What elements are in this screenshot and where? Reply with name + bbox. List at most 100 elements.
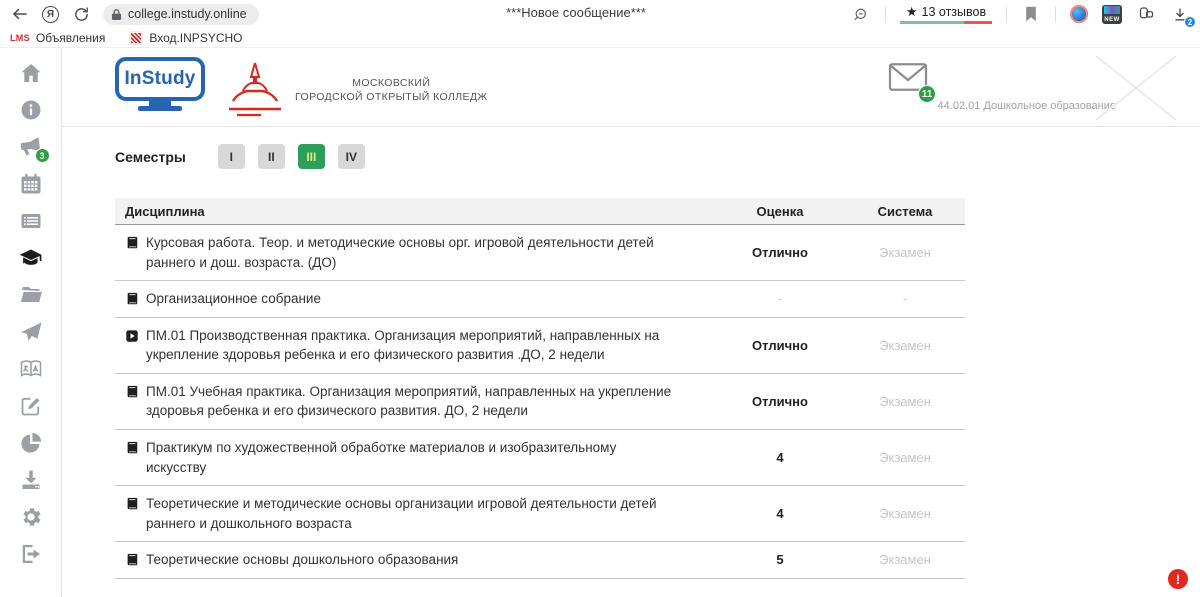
refresh-icon[interactable] <box>71 4 91 24</box>
table-row[interactable]: Организационное собрание -- <box>115 281 965 318</box>
mail-badge: 11 <box>918 85 936 103</box>
rating-bar <box>900 21 992 24</box>
mail-button[interactable]: 11 <box>888 62 928 97</box>
semester-buttons: IIIIIIIV <box>218 144 365 169</box>
table-body: Курсовая работа. Теор. и методические ос… <box>115 225 965 579</box>
edit-icon[interactable] <box>19 394 43 418</box>
list-icon[interactable] <box>19 209 43 233</box>
download-icon[interactable] <box>19 468 43 492</box>
megaphone-icon[interactable]: 3 <box>19 135 43 159</box>
divider <box>1055 6 1056 22</box>
downloads-icon[interactable]: 2 <box>1170 4 1190 24</box>
gear-icon[interactable] <box>19 505 43 529</box>
browser-extension-icon[interactable] <box>1070 5 1088 23</box>
col-discipline: Дисциплина <box>115 204 715 219</box>
grade-system: Экзамен <box>845 552 965 567</box>
back-icon[interactable] <box>10 4 30 24</box>
col-grade: Оценка <box>715 204 845 219</box>
instudy-logo[interactable]: InStudy <box>115 57 205 111</box>
close-icon[interactable] <box>1090 52 1182 129</box>
lock-icon <box>111 8 122 21</box>
calendar-icon[interactable] <box>19 172 43 196</box>
reviews-count: 13 отзывов <box>922 5 987 19</box>
browser-profile-icon[interactable]: Я <box>42 6 59 23</box>
grade-system: Экзамен <box>845 245 965 260</box>
grade-system: Экзамен <box>845 450 965 465</box>
book-icon <box>125 553 139 567</box>
table-row[interactable]: Курсовая работа. Теор. и методические ос… <box>115 225 965 281</box>
page: Я college.instudy.online ***Новое сообще… <box>0 0 1200 597</box>
shield-favicon <box>129 31 143 45</box>
grade-value: Отлично <box>715 394 845 409</box>
grade-value: 4 <box>715 506 845 521</box>
course-title[interactable]: ПМ.01 Производственная практика. Организ… <box>146 326 679 365</box>
sidebar-nav: 3 <box>0 48 62 597</box>
course-title[interactable]: Практикум по художественной обработке ма… <box>146 438 679 477</box>
table-header-row: Дисциплина Оценка Система <box>115 198 965 225</box>
grade-system: Экзамен <box>845 394 965 409</box>
kremlin-tower-icon <box>223 61 287 119</box>
table-row[interactable]: Теоретические основы дошкольного образов… <box>115 542 965 579</box>
table-row[interactable]: ПМ.01 Учебная практика. Организация меро… <box>115 374 965 430</box>
logout-icon[interactable] <box>19 542 43 566</box>
grade-value: Отлично <box>715 245 845 260</box>
college-name: МОСКОВСКИЙ ГОРОДСКОЙ ОТКРЫТЫЙ КОЛЛЕДЖ <box>295 76 488 104</box>
info-icon[interactable] <box>19 98 43 122</box>
address-bar[interactable]: college.instudy.online <box>103 4 259 25</box>
alert-icon[interactable]: ! <box>1168 569 1188 589</box>
course-title[interactable]: Организационное собрание <box>146 289 321 309</box>
send-icon[interactable] <box>19 320 43 344</box>
megaphone-badge: 3 <box>35 148 50 163</box>
course-title[interactable]: Курсовая работа. Теор. и методические ос… <box>146 233 679 272</box>
grade-value: 5 <box>715 552 845 567</box>
bookmark-inpsycho[interactable]: Вход.INPSYCHO <box>129 31 242 45</box>
semester-button-I[interactable]: I <box>218 144 245 169</box>
grade-value: 4 <box>715 450 845 465</box>
col-system: Система <box>845 204 965 219</box>
table-row[interactable]: ПМ.01 Производственная практика. Организ… <box>115 318 965 374</box>
star-icon: ★ <box>906 5 918 18</box>
book-icon <box>125 441 139 455</box>
semester-button-IV[interactable]: IV <box>338 144 365 169</box>
grade-system: - <box>845 291 965 306</box>
semester-button-II[interactable]: II <box>258 144 285 169</box>
semester-button-III[interactable]: III <box>298 144 325 169</box>
reviews-widget[interactable]: ★ 13 отзывов <box>900 5 992 24</box>
grade-system: Экзамен <box>845 338 965 353</box>
extension-new-icon[interactable]: NEW <box>1102 5 1122 24</box>
grade-value: - <box>715 291 845 306</box>
semesters-label: Семестры <box>115 149 186 165</box>
book-icon <box>125 292 139 306</box>
bookmark-lms[interactable]: LMS Объявления <box>10 31 105 45</box>
browser-toolbar: Я college.instudy.online ***Новое сообще… <box>0 0 1200 28</box>
divider <box>1006 6 1007 22</box>
collections-icon[interactable] <box>1136 4 1156 24</box>
book-icon <box>125 497 139 511</box>
course-title[interactable]: ПМ.01 Учебная практика. Организация меро… <box>146 382 679 421</box>
downloads-badge: 2 <box>1184 16 1196 28</box>
translate-icon[interactable] <box>19 357 43 381</box>
course-title[interactable]: Теоретические и методические основы орга… <box>146 494 679 533</box>
main-content: InStudy МОСКОВСКИЙ ГОРОДС <box>62 48 1200 597</box>
pie-chart-icon[interactable] <box>19 431 43 455</box>
folder-icon[interactable] <box>19 283 43 307</box>
divider <box>885 6 886 22</box>
grade-system: Экзамен <box>845 506 965 521</box>
play-icon <box>125 329 139 343</box>
home-icon[interactable] <box>19 61 43 85</box>
lms-favicon: LMS <box>10 33 30 43</box>
table-row[interactable]: Теоретические и методические основы орга… <box>115 486 965 542</box>
table-row[interactable]: Практикум по художественной обработке ма… <box>115 430 965 486</box>
page-tab-title: ***Новое сообщение*** <box>506 5 646 20</box>
bookmarks-bar: LMS Объявления Вход.INPSYCHO <box>0 28 1200 48</box>
bookmark-icon[interactable] <box>1021 4 1041 24</box>
grade-value: Отлично <box>715 338 845 353</box>
app-window: 3 <box>0 48 1200 597</box>
graduation-cap-icon[interactable] <box>19 246 43 270</box>
course-title[interactable]: Теоретические основы дошкольного образов… <box>146 550 458 570</box>
book-icon <box>125 385 139 399</box>
search-icon[interactable] <box>851 4 871 24</box>
semesters-section: Семестры IIIIIIIV <box>115 144 1200 169</box>
url-text: college.instudy.online <box>128 7 247 21</box>
app-header: InStudy МОСКОВСКИЙ ГОРОДС <box>62 48 1200 127</box>
